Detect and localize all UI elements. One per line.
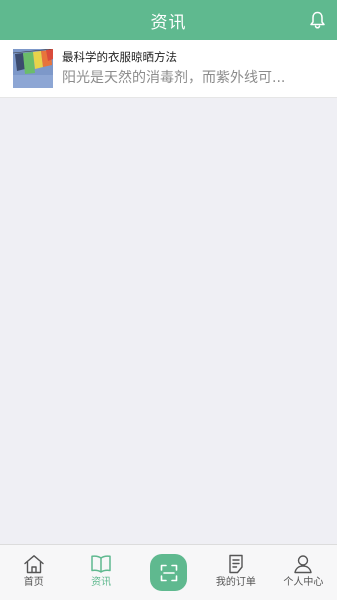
notification-button[interactable] — [305, 8, 329, 32]
news-thumbnail — [13, 49, 53, 88]
tab-orders[interactable]: 我的订单 — [202, 545, 269, 600]
news-summary: 阳光是天然的消毒剂，而紫外线可... — [62, 70, 286, 86]
bell-icon — [309, 11, 325, 29]
bottom-tab-bar: 首页 资讯 我的订单 个人中心 — [0, 544, 337, 600]
user-icon — [294, 555, 313, 574]
tab-profile[interactable]: 个人中心 — [270, 545, 337, 600]
tab-orders-label: 我的订单 — [215, 577, 256, 588]
home-icon — [24, 555, 44, 574]
scan-icon — [160, 564, 177, 581]
tab-news-label: 资讯 — [91, 577, 112, 588]
tab-home-label: 首页 — [23, 577, 44, 588]
news-text: 最科学的衣服晾晒方法 阳光是天然的消毒剂，而紫外线可... — [62, 49, 324, 88]
page-title: 资讯 — [150, 12, 187, 33]
app-root: 资讯 最科学的衣服晾晒方法 阳光是天然的消毒剂，而紫外线可... 首页 资讯 我… — [0, 0, 337, 600]
tab-home[interactable]: 首页 — [0, 545, 67, 600]
book-icon — [91, 555, 111, 573]
news-title: 最科学的衣服晾晒方法 — [62, 50, 177, 64]
news-list: 最科学的衣服晾晒方法 阳光是天然的消毒剂，而紫外线可... — [0, 40, 337, 98]
tab-profile-label: 个人中心 — [283, 577, 324, 588]
order-icon — [229, 554, 243, 574]
top-bar: 资讯 — [0, 0, 337, 40]
tab-scan[interactable] — [135, 545, 202, 600]
news-item[interactable]: 最科学的衣服晾晒方法 阳光是天然的消毒剂，而紫外线可... — [0, 40, 337, 98]
tab-news[interactable]: 资讯 — [67, 545, 134, 600]
scan-button[interactable] — [150, 554, 188, 591]
